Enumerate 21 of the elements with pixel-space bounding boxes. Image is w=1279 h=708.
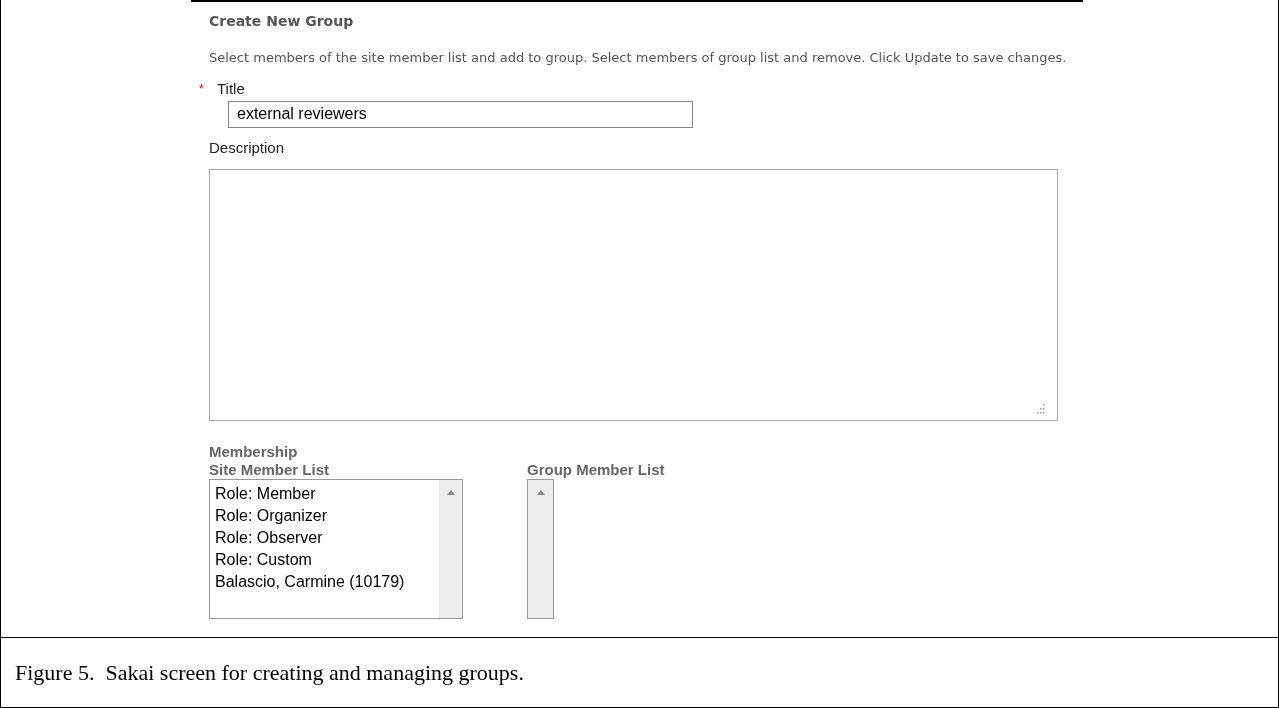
scrollbar[interactable] bbox=[439, 480, 462, 618]
form-heading: Create New Group bbox=[209, 12, 355, 31]
scroll-up-arrow-icon[interactable] bbox=[536, 490, 545, 495]
required-mark: * bbox=[198, 81, 205, 99]
list-option[interactable]: Role: Custom bbox=[215, 549, 439, 571]
scroll-up-arrow-icon[interactable] bbox=[446, 490, 455, 495]
site-member-list-label: Site Member List bbox=[209, 461, 331, 479]
list-option[interactable]: Role: Member bbox=[215, 483, 439, 505]
list-option[interactable]: Role: Observer bbox=[215, 527, 439, 549]
figure-caption: Figure 5. Sakai screen for creating and managing groups. bbox=[15, 659, 524, 687]
instructions-text: Select members of the site member list and add to group. Select members of group list and remove. Click Update to save changes. bbox=[209, 49, 1068, 67]
resize-grip-icon bbox=[1035, 404, 1045, 414]
membership-heading: Membership bbox=[209, 443, 299, 461]
group-member-list-label: Group Member List bbox=[527, 461, 665, 479]
group-member-list-box[interactable] bbox=[527, 479, 554, 619]
list-option[interactable]: Role: Organizer bbox=[215, 505, 439, 527]
site-member-list-box[interactable]: Role: Member Role: Organizer Role: Observer Role: Custom Balascio, Carmine (10179) bbox=[209, 479, 463, 619]
list-option[interactable]: Balascio, Carmine (10179) bbox=[215, 571, 439, 593]
title-label: Title bbox=[217, 79, 245, 99]
description-label: Description bbox=[209, 137, 286, 158]
title-input-field[interactable]: external reviewers bbox=[228, 100, 693, 128]
